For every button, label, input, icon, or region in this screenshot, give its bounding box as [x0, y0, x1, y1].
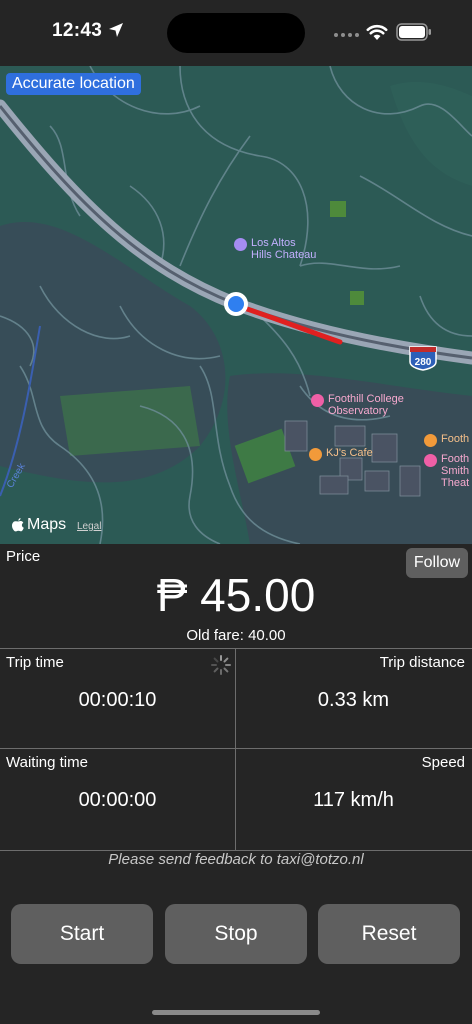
location-arrow-icon	[109, 23, 123, 37]
start-button[interactable]: Start	[11, 904, 153, 964]
home-indicator[interactable]	[152, 1010, 320, 1015]
trip-distance-cell: Trip distance 0.33 km	[236, 649, 471, 749]
feedback-text[interactable]: Please send feedback to taxi@totzo.nl	[0, 851, 472, 868]
old-fare: Old fare: 40.00	[186, 627, 286, 644]
poi-icon	[234, 238, 247, 251]
waiting-time-label: Waiting time	[6, 754, 88, 771]
cellular-signal-icon	[334, 33, 359, 37]
poi-kjs-cafe[interactable]: KJ's Cafe	[309, 447, 373, 461]
speed-label: Speed	[421, 754, 465, 771]
trip-distance-label: Trip distance	[379, 654, 465, 671]
poi-foothill-smith-theatre[interactable]: Footh Smith Theat	[424, 453, 469, 489]
maps-brand-text: Maps	[27, 516, 67, 533]
clock: 12:43	[52, 20, 103, 41]
highway-280-shield: 280	[409, 346, 437, 371]
maps-attribution: Maps	[12, 516, 66, 534]
trip-distance-value: 0.33 km	[317, 689, 390, 711]
reset-button[interactable]: Reset	[318, 904, 460, 964]
stop-button[interactable]: Stop	[165, 904, 307, 964]
waiting-time-cell: Waiting time 00:00:00	[0, 749, 235, 849]
speed-cell: Speed 117 km/h	[236, 749, 471, 849]
speed-value: 117 km/h	[313, 789, 394, 811]
poi-icon	[309, 448, 322, 461]
wifi-icon	[366, 24, 388, 40]
poi-icon	[424, 454, 437, 467]
trip-time-cell: Trip time 00:00:10	[0, 649, 235, 749]
trip-time-value: 00:00:10	[78, 689, 157, 711]
map-view[interactable]: Creek 280 Accurate location Los Altos Hi…	[0, 66, 472, 544]
legal-link[interactable]: Legal	[77, 521, 101, 532]
dynamic-island	[167, 13, 305, 53]
poi-foothill-college-observatory[interactable]: Foothill College Observatory	[311, 393, 404, 417]
poi-foothill[interactable]: Footh	[424, 433, 469, 447]
waiting-time-value: 00:00:00	[78, 789, 157, 811]
status-bar: 12:43	[0, 0, 472, 66]
accuracy-badge: Accurate location	[6, 73, 141, 95]
price-value: ₱ 45.00	[156, 569, 316, 621]
poi-icon	[424, 434, 437, 447]
battery-icon	[396, 23, 431, 41]
trip-time-label: Trip time	[6, 654, 64, 671]
activity-spinner-icon	[211, 655, 231, 675]
poi-icon	[311, 394, 324, 407]
apple-logo-icon	[12, 518, 24, 532]
map-canvas: Creek 280	[0, 66, 472, 544]
svg-text:280: 280	[415, 357, 432, 368]
price-label: Price	[6, 548, 41, 565]
stats-grid: Trip time 00:00:10 Trip distance 0.33 km…	[0, 648, 472, 851]
poi-los-altos-hills-chateau[interactable]: Los Altos Hills Chateau	[234, 237, 316, 261]
